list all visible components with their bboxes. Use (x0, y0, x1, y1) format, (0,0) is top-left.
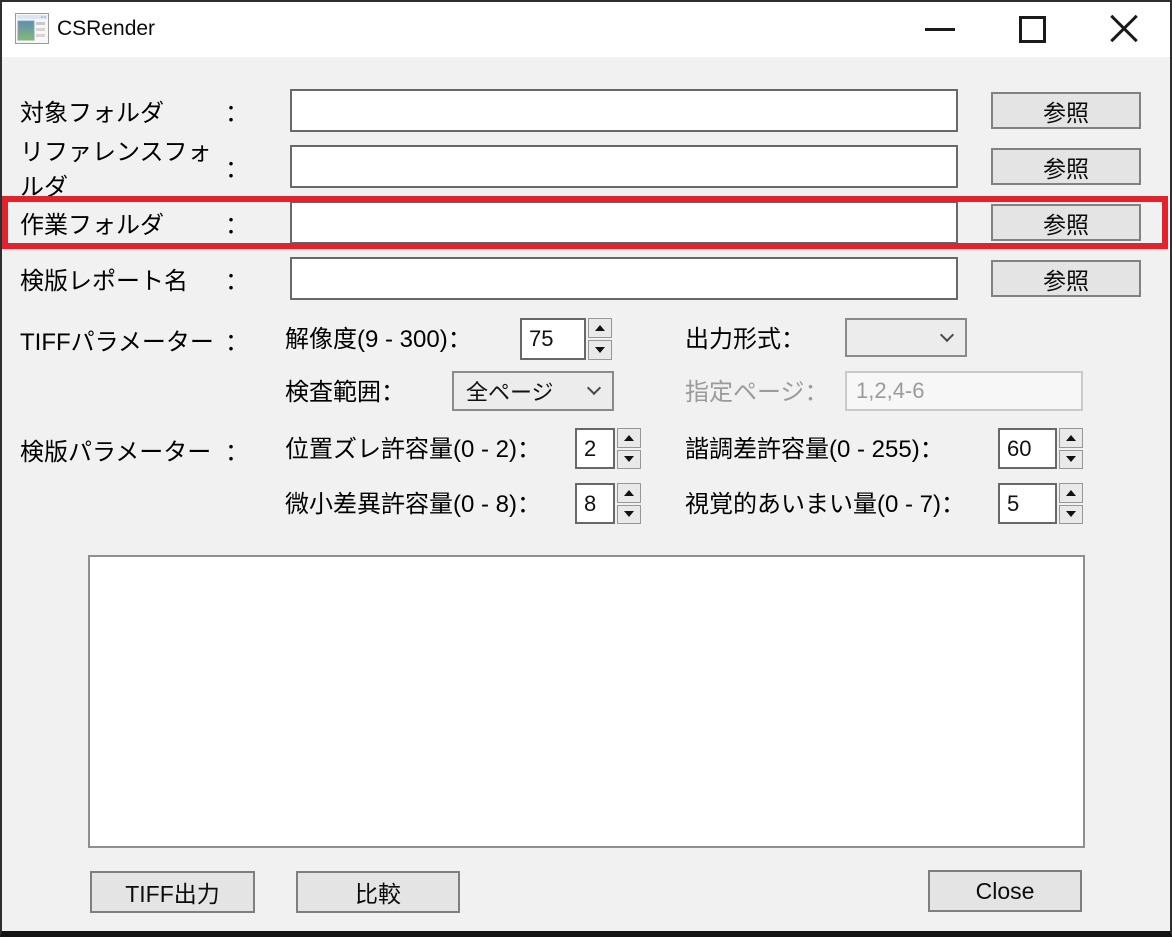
work-folder-input[interactable] (290, 201, 958, 244)
label-colon: ： (225, 212, 249, 239)
reference-folder-browse-button[interactable]: 参照 (991, 148, 1141, 185)
minor-diff-tolerance-spin-down-button[interactable] (617, 504, 641, 524)
gradation-tolerance-input[interactable] (998, 428, 1057, 469)
chevron-down-icon (586, 380, 602, 396)
spin-down-icon (595, 347, 605, 353)
visual-ambiguity-input[interactable] (998, 483, 1057, 524)
resolution-input[interactable] (520, 318, 586, 360)
output-format-label: 出力形式： (685, 326, 805, 353)
target-folder-browse-button[interactable]: 参照 (991, 92, 1141, 129)
spin-up-icon (595, 325, 605, 331)
reference-folder-input[interactable] (290, 145, 958, 188)
label-text: TIFFパラメーター (20, 329, 214, 356)
spin-up-icon (1066, 489, 1076, 496)
position-tolerance-spin-up-button[interactable] (617, 428, 641, 448)
log-output-area[interactable] (88, 555, 1085, 848)
gradation-tolerance-spinner (998, 428, 1083, 469)
title-bar: CSRender (0, 0, 1172, 57)
position-tolerance-spinner (575, 428, 641, 469)
label-text: 対象フォルダ (20, 100, 164, 127)
minor-diff-tolerance-input[interactable] (575, 483, 615, 524)
maximize-icon (1018, 15, 1046, 43)
resolution-spinner (520, 318, 612, 360)
minor-diff-tolerance-spinner (575, 483, 641, 524)
visual-ambiguity-spin-down-button[interactable] (1059, 504, 1083, 524)
output-format-dropdown[interactable] (845, 318, 967, 357)
window-title: CSRender (57, 17, 156, 40)
label-text: リファレンスフォルダ (20, 138, 212, 201)
visual-ambiguity-spin-up-button[interactable] (1059, 483, 1083, 503)
tiff-output-button[interactable]: TIFF出力 (90, 871, 255, 913)
tiff-parameters-label: TIFFパラメーター ： (20, 319, 249, 360)
label-colon: ： (225, 329, 249, 356)
target-folder-input[interactable] (290, 89, 958, 132)
spin-down-icon (1066, 511, 1076, 518)
label-text: 検版パラメーター (20, 439, 212, 466)
target-folder-label: 対象フォルダ ： (20, 89, 249, 132)
spin-arrows (617, 483, 641, 524)
minor-diff-tolerance-label: 微小差異許容量(0 - 8)： (285, 491, 542, 518)
resolution-spin-down-button[interactable] (588, 340, 612, 360)
close-button[interactable]: Close (928, 870, 1082, 912)
close-window-button[interactable] (1078, 1, 1170, 57)
spin-arrows (1059, 483, 1083, 524)
scan-range-label: 検査範囲： (285, 379, 405, 406)
spin-down-icon (624, 456, 634, 463)
work-folder-browse-button[interactable]: 参照 (991, 204, 1141, 241)
compare-button[interactable]: 比較 (296, 871, 460, 913)
label-colon: ： (225, 439, 249, 466)
spin-down-icon (1066, 456, 1076, 463)
maximize-button[interactable] (986, 1, 1078, 57)
report-name-browse-button[interactable]: 参照 (991, 260, 1141, 297)
visual-ambiguity-label: 視覚的あいまい量(0 - 7)： (685, 491, 966, 518)
spin-down-icon (624, 511, 634, 518)
inspection-parameters-label: 検版パラメーター ： (20, 429, 249, 470)
spin-up-icon (624, 434, 634, 441)
csrender-window: CSRender 対象フォルダ ： 参照 リファレンスフォルダ ： 参照 作業フ… (0, 0, 1172, 937)
label-colon: ： (225, 100, 249, 127)
minimize-button[interactable] (894, 1, 986, 57)
spin-arrows (1059, 428, 1083, 469)
page-spec-label: 指定ページ： (685, 379, 829, 406)
position-tolerance-spin-down-button[interactable] (617, 449, 641, 469)
spin-up-icon (624, 489, 634, 496)
label-colon: ： (225, 156, 249, 183)
report-name-label: 検版レポート名 ： (20, 257, 249, 300)
gradation-tolerance-spin-down-button[interactable] (1059, 449, 1083, 469)
reference-folder-label: リファレンスフォルダ ： (20, 139, 249, 201)
scan-range-value: 全ページ (466, 380, 554, 405)
close-icon (1107, 12, 1141, 46)
position-tolerance-label: 位置ズレ許容量(0 - 2)： (285, 436, 542, 463)
resolution-label: 解像度(9 - 300)： (285, 326, 472, 353)
label-colon: ： (225, 268, 249, 295)
position-tolerance-input[interactable] (575, 428, 615, 469)
visual-ambiguity-spinner (998, 483, 1083, 524)
spin-arrows (588, 318, 612, 360)
chevron-down-icon (939, 327, 955, 342)
scan-range-dropdown[interactable]: 全ページ (452, 371, 614, 411)
gradation-tolerance-label: 諧調差許容量(0 - 255)： (685, 436, 944, 463)
page-spec-input (845, 371, 1083, 411)
spin-arrows (617, 428, 641, 469)
label-text: 検版レポート名 (20, 268, 188, 295)
report-name-input[interactable] (290, 257, 958, 300)
minor-diff-tolerance-spin-up-button[interactable] (617, 483, 641, 503)
label-text: 作業フォルダ (20, 212, 164, 239)
minimize-icon (925, 27, 955, 31)
application-window-icon (15, 13, 49, 44)
spin-up-icon (1066, 434, 1076, 441)
work-folder-label: 作業フォルダ ： (20, 201, 249, 244)
resolution-spin-up-button[interactable] (588, 318, 612, 338)
gradation-tolerance-spin-up-button[interactable] (1059, 428, 1083, 448)
